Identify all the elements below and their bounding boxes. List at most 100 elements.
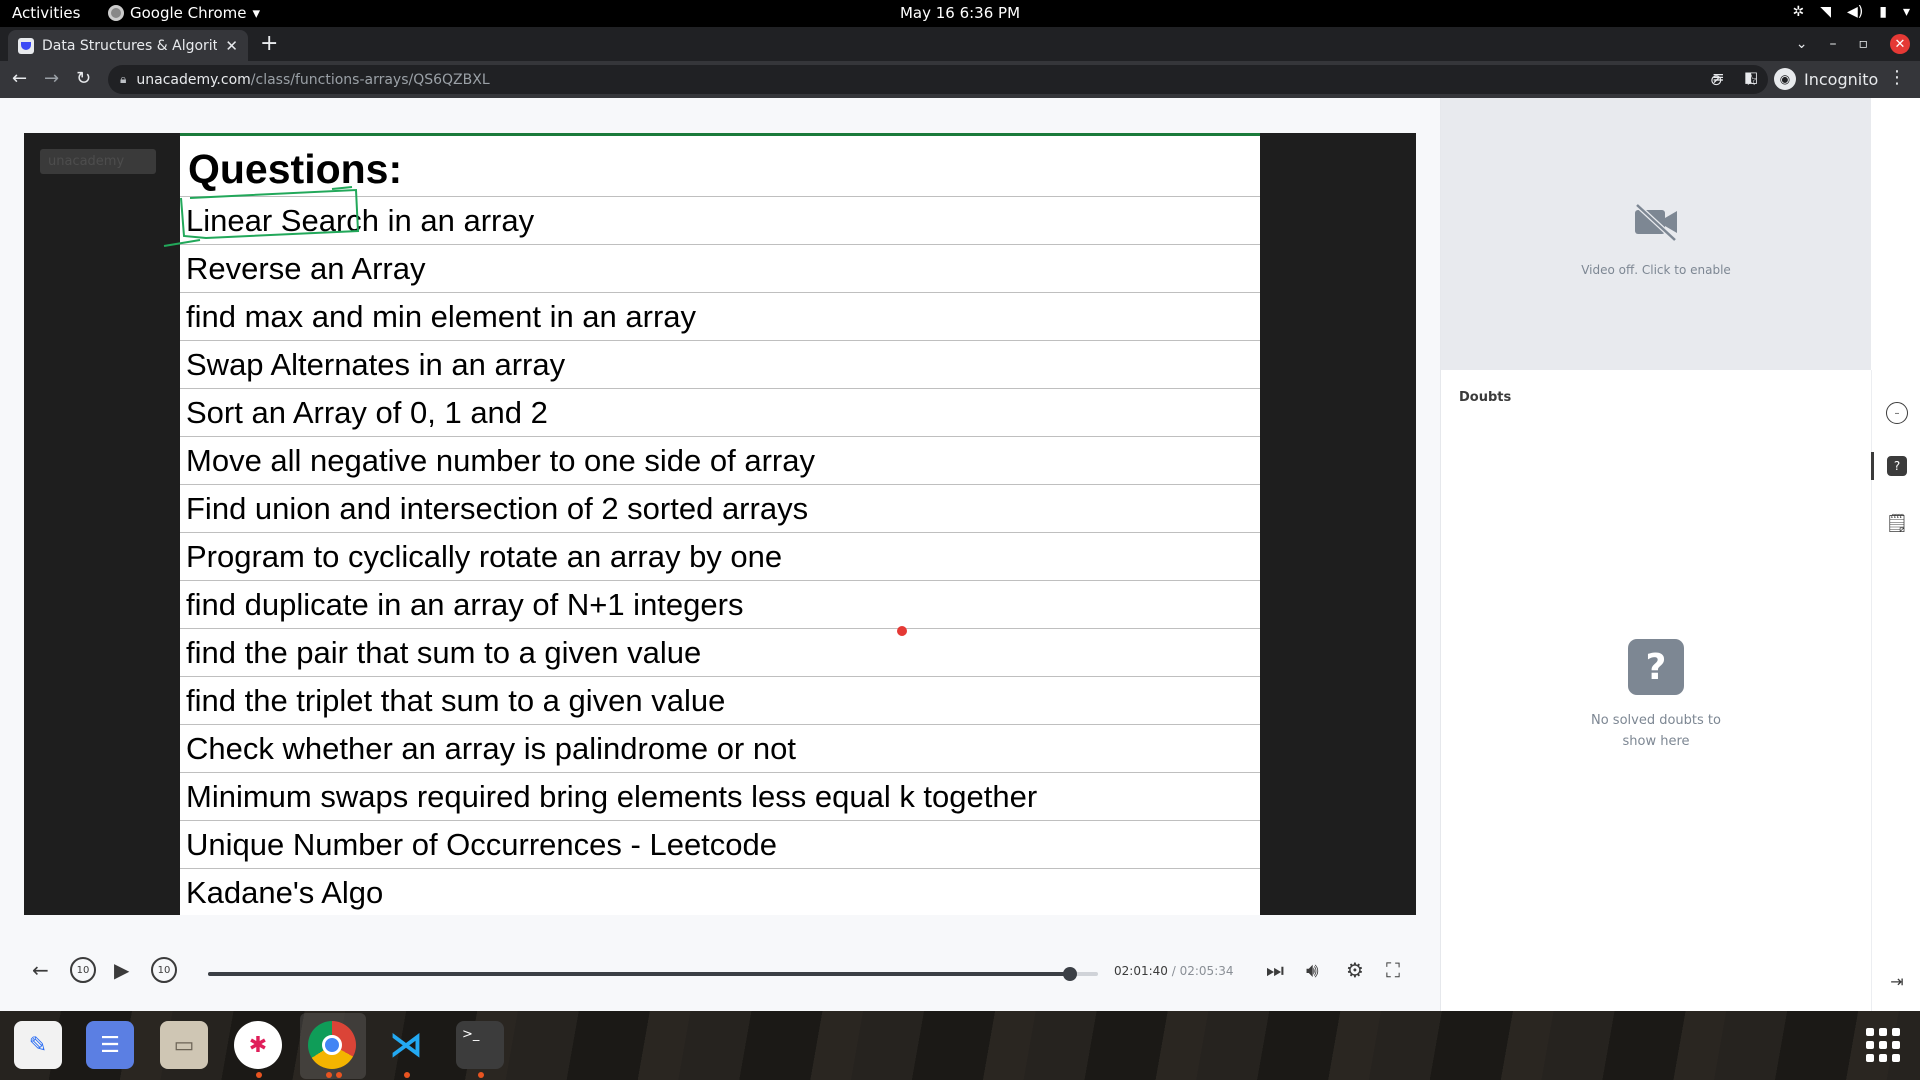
tab-title: Data Structures & Algorit [42,37,218,54]
play-icon[interactable]: ▶ [114,958,129,982]
activities-button[interactable]: Activities [12,4,80,22]
app-menu[interactable]: Google Chrome ▾ [108,4,260,22]
system-top-bar: Activities Google Chrome ▾ May 16 6:36 P… [0,0,1920,27]
side-panel-icon[interactable]: ◧ [1744,68,1758,86]
camera-off-icon [1635,203,1677,242]
video-off-text: Video off. Click to enable [1581,263,1731,277]
current-time: 02:01:40 [1114,964,1168,978]
back-arrow-icon[interactable]: ← [12,68,27,89]
incognito-icon: ◉ [1774,68,1796,90]
running-indicator [326,1072,332,1078]
tasks-icon[interactable]: ☰ [86,1021,134,1069]
back-arrow-icon[interactable]: ← [32,958,49,982]
doubts-area: ? No solved doubts to show here [1441,424,1869,1011]
question-item: Minimum swaps required bring elements le… [180,772,1260,820]
dock: ✎ ☰ ▭ ✱ ⋊ >_ [0,1011,1920,1080]
question-item: Find union and intersection of 2 sorted … [180,484,1260,532]
question-list: Linear Search in an array Reverse an Arra… [180,196,1260,916]
video-panel: unacademy Questions: Linear Search in an… [0,98,1440,1011]
slack-icon[interactable]: ✱ [234,1021,282,1069]
question-item: Check whether an array is palindrome or … [180,724,1260,772]
reload-icon[interactable]: ↻ [76,68,91,89]
slack-tray-icon[interactable]: ✲ [1793,4,1805,20]
fullscreen-icon[interactable]: ⛶ [1386,958,1400,982]
browser-toolbar: ← → ↻ 🔒︎ unacademy.com/class/functions-a… [0,61,1920,98]
clock[interactable]: May 16 6:36 PM [900,4,1020,22]
total-time: 02:05:34 [1179,964,1234,978]
timecode: 02:01:40 / 02:05:34 [1114,964,1234,978]
question-item: Program to cyclically rotate an array by… [180,532,1260,580]
unacademy-watermark: unacademy [40,149,156,174]
progress-thumb[interactable] [1063,967,1078,981]
question-item: Move all negative number to one side of … [180,436,1260,484]
running-indicator [478,1072,484,1078]
right-panel: Video off. Click to enable Doubts ? No s… [1440,98,1920,1011]
playback-controls: ← 10 ▶ 10 02:01:40 / 02:05:34 ⏭︎ 🔊︎ ⚙ ⛶ [0,948,1440,998]
forward-arrow-icon[interactable]: → [44,68,59,89]
close-window-button[interactable]: ✕ [1890,34,1910,54]
question-item: find duplicate in an array of N+1 intege… [180,580,1260,628]
progress-bar[interactable] [208,967,1098,981]
volume-icon[interactable]: 🔊︎ [1306,958,1319,982]
panel-sidebar: – ? 🗒︎ ⇥ [1871,370,1920,1011]
reading-list-icon[interactable]: ≡ [1712,68,1725,86]
wifi-icon: ◥ [1820,4,1832,20]
volume-icon: ◀) [1847,4,1864,20]
chat-icon[interactable]: – [1886,402,1908,424]
browser-tab[interactable]: Data Structures & Algorit ✕ [8,30,248,61]
question-item: Kadane's Algo [180,868,1260,916]
caret-down-icon: ▾ [252,4,261,22]
terminal-icon[interactable]: >_ [456,1021,504,1069]
forward-10-button[interactable]: 10 [151,957,177,983]
time-separator: / [1171,964,1176,978]
page-content: unacademy Questions: Linear Search in an… [0,98,1920,1011]
exit-icon[interactable]: ⇥ [1886,970,1908,992]
video-off-tile[interactable]: Video off. Click to enable [1441,98,1871,370]
tray-caret-icon: ▾ [1902,4,1910,20]
question-item: find the triplet that sum to a given val… [180,676,1260,724]
app-menu-label: Google Chrome [130,4,247,22]
slide-title: Questions: [188,146,403,192]
more-menu-icon[interactable]: ⋮ [1888,67,1906,88]
question-item: Linear Search in an array [180,196,1260,244]
doubts-tab-icon[interactable]: ? [1887,456,1907,476]
url-host: unacademy.com [136,71,251,88]
progress-fill [208,972,1071,976]
unacademy-favicon-icon [18,37,34,54]
lecture-slide: Questions: Linear Search in an array Reve… [163,133,1260,916]
new-tab-button[interactable]: + [260,31,278,56]
video-player[interactable]: unacademy Questions: Linear Search in an… [24,133,1416,915]
question-item: Sort an Array of 0, 1 and 2 [180,388,1260,436]
doubts-heading: Doubts [1459,390,1512,405]
running-indicator [336,1072,342,1078]
question-item: Reverse an Array [180,244,1260,292]
question-item: Unique Number of Occurrences - Leetcode [180,820,1260,868]
minimize-button[interactable]: – [1830,36,1837,52]
text-editor-icon[interactable]: ✎ [14,1021,62,1069]
url-path: /class/functions-arrays/QS6QZBXL [250,71,490,88]
rewind-10-button[interactable]: 10 [70,957,96,983]
empty-state-text: No solved doubts to show here [1591,713,1721,749]
tab-search-icon[interactable]: ⌄ [1796,36,1808,52]
chrome-icon[interactable] [308,1021,356,1069]
close-tab-icon[interactable]: ✕ [225,37,238,55]
restore-button[interactable]: ▫ [1859,36,1869,52]
address-bar[interactable]: 🔒︎ unacademy.com/class/functions-arrays/… [108,65,1768,94]
system-tray[interactable]: ✲ ◥ ◀) ▮ ▾ [1793,4,1911,20]
question-item: Swap Alternates in an array [180,340,1260,388]
vscode-icon[interactable]: ⋊ [382,1021,430,1069]
show-apps-grid-icon[interactable] [1866,1028,1900,1062]
settings-gear-icon[interactable]: ⚙ [1346,958,1364,982]
skip-next-icon[interactable]: ⏭︎ [1266,958,1284,982]
lock-icon[interactable]: 🔒︎ [120,72,126,87]
incognito-profile-button[interactable]: ◉ Incognito [1774,68,1878,90]
chrome-small-icon [108,5,124,21]
question-item: find max and min element in an array [180,292,1260,340]
battery-icon: ▮ [1879,4,1887,20]
tab-strip: Data Structures & Algorit ✕ + ⌄ – ▫ ✕ [0,27,1920,61]
notes-icon[interactable]: 🗒︎ [1886,512,1909,534]
question-mark-icon: ? [1628,639,1684,695]
files-icon[interactable]: ▭ [160,1021,208,1069]
profile-label: Incognito [1804,69,1879,89]
question-item: find the pair that sum to a given value [180,628,1260,676]
